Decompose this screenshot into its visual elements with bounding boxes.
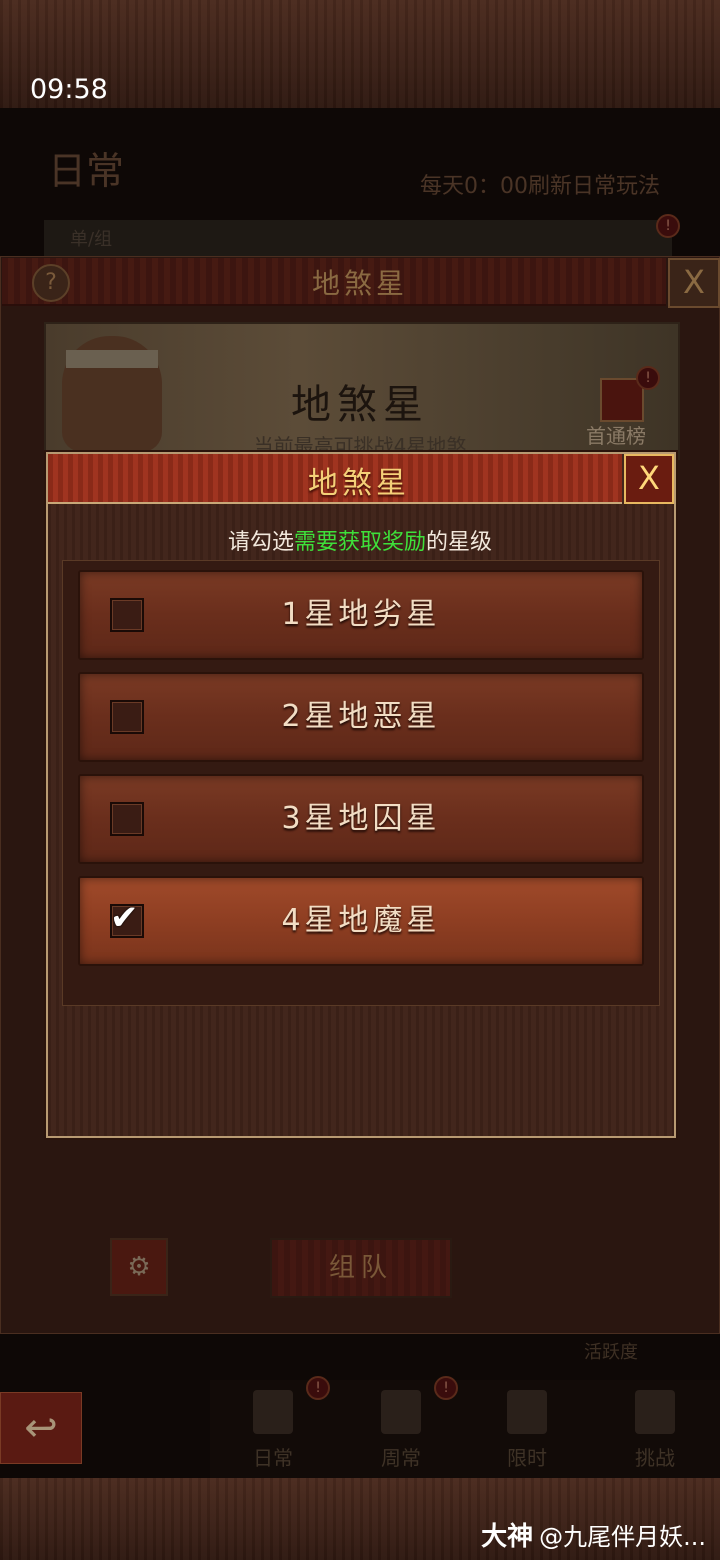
daily-page-title: 日常 bbox=[48, 149, 125, 193]
nav-daily[interactable]: 日常 bbox=[228, 1390, 318, 1471]
refresh-notice: 每天0：00刷新日常玩法 bbox=[420, 174, 660, 199]
instruction-highlight: 需要获取奖励 bbox=[293, 530, 426, 555]
back-arrow-icon: ↩ bbox=[24, 1405, 58, 1451]
boss-headband bbox=[66, 350, 158, 368]
hourglass-icon bbox=[507, 1390, 547, 1434]
watermark-brand: 大神 bbox=[481, 1522, 534, 1552]
dialog-instruction: 请勾选需要获取奖励的星级 bbox=[0, 524, 720, 556]
first-clear-ranking-label[interactable]: 首通榜 bbox=[586, 420, 646, 449]
instruction-suffix: 的星级 bbox=[426, 530, 493, 555]
nav-daily-label: 日常 bbox=[253, 1446, 293, 1470]
star-option-3[interactable]: 3星地囚星 bbox=[78, 774, 644, 864]
nav-weekly[interactable]: 周常 bbox=[356, 1390, 446, 1471]
daily-tab-strip: 单/组 bbox=[44, 220, 672, 260]
ranking-alert-badge: ! bbox=[636, 366, 660, 390]
star-option-2-label: 2星地恶星 bbox=[281, 699, 441, 734]
crossed-swords-icon bbox=[635, 1390, 675, 1434]
star-option-3-label: 3星地囚星 bbox=[281, 801, 441, 836]
nav-weekly-label: 周常 bbox=[381, 1446, 421, 1470]
star-option-4[interactable]: ✔ 4星地魔星 bbox=[78, 876, 644, 966]
tab-label: 单/组 bbox=[70, 229, 113, 250]
star-option-1[interactable]: 1星地劣星 bbox=[78, 570, 644, 660]
back-button[interactable]: ↩ bbox=[0, 1392, 82, 1464]
book-icon bbox=[253, 1390, 293, 1434]
nav-challenge-label: 挑战 bbox=[635, 1446, 675, 1470]
scroll-icon bbox=[381, 1390, 421, 1434]
nav-limited[interactable]: 限时 bbox=[482, 1390, 572, 1471]
dialog-close-button[interactable]: X bbox=[624, 454, 674, 504]
status-bar bbox=[0, 0, 720, 108]
activity-label: 活跃度 bbox=[584, 1342, 638, 1363]
nav-challenge[interactable]: 挑战 bbox=[610, 1390, 700, 1471]
dialog-title: 地煞星 bbox=[308, 466, 410, 501]
team-up-button[interactable]: 组队 bbox=[270, 1238, 452, 1298]
star-option-2[interactable]: 2星地恶星 bbox=[78, 672, 644, 762]
watermark: 大神 @九尾伴月妖... bbox=[481, 1516, 706, 1553]
nav-alert-badge: ! bbox=[434, 1376, 458, 1400]
watermark-text: @九尾伴月妖... bbox=[539, 1523, 706, 1551]
star-option-1-label: 1星地劣星 bbox=[281, 597, 441, 632]
panel-title: 地煞星 bbox=[311, 267, 408, 300]
nav-alert-badge: ! bbox=[306, 1376, 330, 1400]
settings-button[interactable]: ⚙ bbox=[110, 1238, 168, 1296]
help-button[interactable]: ? bbox=[32, 264, 70, 302]
clock: 09:58 bbox=[30, 74, 108, 105]
panel-close-button[interactable]: X bbox=[668, 258, 720, 308]
nav-limited-label: 限时 bbox=[507, 1446, 547, 1470]
star-option-4-label: 4星地魔星 bbox=[281, 903, 441, 938]
alert-badge: ! bbox=[656, 214, 680, 238]
instruction-prefix: 请勾选 bbox=[227, 530, 294, 555]
gear-icon: ⚙ bbox=[127, 1252, 151, 1282]
